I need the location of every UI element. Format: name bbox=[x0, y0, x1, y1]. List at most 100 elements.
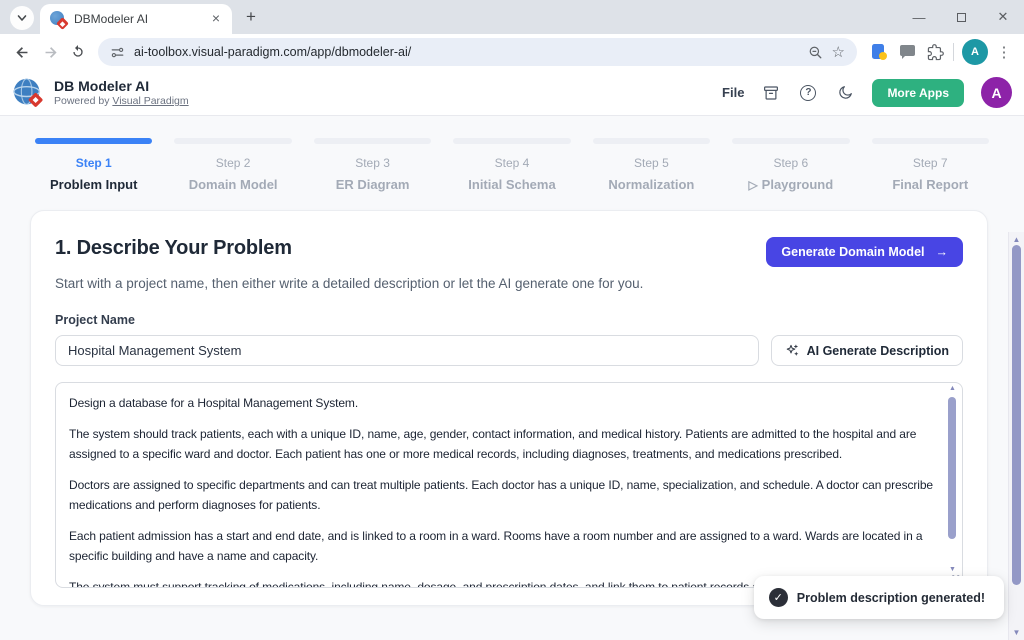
step-label: ER Diagram bbox=[314, 177, 431, 192]
tab-title: DBModeler AI bbox=[74, 12, 201, 26]
step-label-text: Playground bbox=[762, 177, 834, 192]
reload-button[interactable] bbox=[64, 38, 92, 66]
url-text: ai-toolbox.visual-paradigm.com/app/dbmod… bbox=[134, 45, 799, 59]
reload-icon bbox=[70, 44, 86, 60]
file-menu[interactable]: File bbox=[722, 85, 744, 100]
app-title: DB Modeler AI bbox=[54, 78, 189, 94]
back-arrow-icon bbox=[14, 44, 31, 61]
back-button[interactable] bbox=[8, 38, 36, 66]
extension-doc-icon[interactable] bbox=[865, 38, 893, 66]
toast-notification: ✓ Problem description generated! bbox=[754, 576, 1004, 619]
page-content: Step 1 Problem Input Step 2 Domain Model… bbox=[0, 116, 1024, 640]
project-name-label: Project Name bbox=[55, 313, 963, 327]
step-progress-bar bbox=[732, 138, 849, 144]
play-icon: ▷ bbox=[748, 178, 757, 192]
stepper-step-1[interactable]: Step 1 Problem Input bbox=[35, 138, 152, 192]
scroll-down-icon[interactable]: ▼ bbox=[946, 566, 959, 573]
save-archive-icon[interactable] bbox=[761, 83, 781, 103]
window-minimize-icon[interactable]: — bbox=[898, 0, 940, 34]
app-brand: DB Modeler AI Powered by Visual Paradigm bbox=[12, 76, 189, 110]
stepper-step-6[interactable]: Step 6 ▷ Playground bbox=[732, 138, 849, 192]
bookmark-star-icon[interactable]: ☆ bbox=[832, 43, 845, 61]
problem-input-card: 1. Describe Your Problem Generate Domain… bbox=[30, 210, 988, 606]
tab-close-icon[interactable]: × bbox=[208, 11, 224, 27]
step-label: Initial Schema bbox=[453, 177, 570, 192]
browser-tab[interactable]: DBModeler AI × bbox=[40, 4, 232, 34]
step-label: Normalization bbox=[593, 177, 710, 192]
chevron-down-icon bbox=[16, 12, 28, 24]
tab-favicon bbox=[50, 11, 67, 28]
step-progress-bar bbox=[593, 138, 710, 144]
description-paragraph: Each patient admission has a start and e… bbox=[69, 527, 934, 566]
description-paragraph: Doctors are assigned to specific departm… bbox=[69, 476, 934, 515]
url-bar[interactable]: ai-toolbox.visual-paradigm.com/app/dbmod… bbox=[98, 38, 857, 66]
app-header: DB Modeler AI Powered by Visual Paradigm… bbox=[0, 70, 1024, 116]
step-number: Step 4 bbox=[453, 156, 570, 170]
textarea-scrollbar-thumb[interactable] bbox=[948, 397, 956, 539]
step-number: Step 1 bbox=[35, 156, 152, 170]
scroll-up-icon[interactable]: ▲ bbox=[1009, 235, 1024, 244]
stepper-step-3[interactable]: Step 3 ER Diagram bbox=[314, 138, 431, 192]
visual-paradigm-link[interactable]: Visual Paradigm bbox=[112, 95, 188, 107]
step-number: Step 5 bbox=[593, 156, 710, 170]
cta-label: Generate Domain Model bbox=[781, 245, 924, 259]
new-tab-button[interactable]: + bbox=[238, 4, 264, 30]
stepper: Step 1 Problem Input Step 2 Domain Model… bbox=[0, 116, 1024, 192]
window-close-icon[interactable]: ✕ bbox=[982, 0, 1024, 34]
stepper-step-5[interactable]: Step 5 Normalization bbox=[593, 138, 710, 192]
stepper-step-4[interactable]: Step 4 Initial Schema bbox=[453, 138, 570, 192]
generate-domain-model-button[interactable]: Generate Domain Model → bbox=[766, 237, 963, 267]
step-label: Domain Model bbox=[174, 177, 291, 192]
step-progress-bar bbox=[174, 138, 291, 144]
window-controls: — ✕ bbox=[898, 0, 1024, 34]
step-number: Step 2 bbox=[174, 156, 291, 170]
step-progress-bar bbox=[872, 138, 989, 144]
step-number: Step 7 bbox=[872, 156, 989, 170]
forward-button[interactable] bbox=[36, 38, 64, 66]
help-icon[interactable]: ? bbox=[798, 83, 818, 103]
scroll-up-icon[interactable]: ▲ bbox=[946, 385, 959, 392]
textarea-scrollbar[interactable]: ▲ ▼ bbox=[946, 385, 959, 585]
browser-toolbar: ai-toolbox.visual-paradigm.com/app/dbmod… bbox=[0, 34, 1024, 70]
extensions-puzzle-icon[interactable] bbox=[921, 38, 949, 66]
ai-button-label: AI Generate Description bbox=[807, 344, 949, 358]
problem-description-textarea[interactable]: Design a database for a Hospital Managem… bbox=[55, 382, 963, 588]
ai-generate-description-button[interactable]: AI Generate Description bbox=[771, 335, 963, 366]
stepper-step-7[interactable]: Step 7 Final Report bbox=[872, 138, 989, 192]
scroll-down-icon[interactable]: ▼ bbox=[1009, 628, 1024, 637]
user-avatar[interactable]: A bbox=[981, 77, 1012, 108]
browser-profile-avatar[interactable]: A bbox=[962, 39, 988, 65]
step-label: ▷ Playground bbox=[732, 177, 849, 192]
site-settings-icon bbox=[110, 45, 125, 60]
browser-menu-icon[interactable]: ⋮ bbox=[992, 43, 1016, 61]
step-progress-bar bbox=[314, 138, 431, 144]
window-maximize-icon[interactable] bbox=[940, 0, 982, 34]
zoom-icon[interactable] bbox=[808, 45, 823, 60]
step-label: Final Report bbox=[872, 177, 989, 192]
sparkles-icon bbox=[785, 343, 800, 358]
tab-search-button[interactable] bbox=[10, 6, 34, 30]
app-logo bbox=[12, 76, 46, 110]
more-apps-button[interactable]: More Apps bbox=[872, 79, 964, 107]
arrow-right-icon: → bbox=[936, 245, 949, 259]
browser-tab-strip: DBModeler AI × + — ✕ bbox=[0, 0, 1024, 34]
step-number: Step 3 bbox=[314, 156, 431, 170]
card-subtitle: Start with a project name, then either w… bbox=[55, 276, 963, 291]
toolbar-divider bbox=[953, 43, 954, 61]
step-progress-bar bbox=[453, 138, 570, 144]
step-number: Step 6 bbox=[732, 156, 849, 170]
page-scrollbar[interactable]: ▲ ▼ bbox=[1008, 232, 1024, 640]
page-scrollbar-thumb[interactable] bbox=[1012, 245, 1021, 585]
feedback-bubble-icon[interactable] bbox=[893, 38, 921, 66]
dark-mode-moon-icon[interactable] bbox=[835, 83, 855, 103]
toast-message: Problem description generated! bbox=[797, 591, 985, 605]
stepper-step-2[interactable]: Step 2 Domain Model bbox=[174, 138, 291, 192]
card-title: 1. Describe Your Problem bbox=[55, 237, 292, 260]
check-circle-icon: ✓ bbox=[769, 588, 788, 607]
description-paragraph: The system should track patients, each w… bbox=[69, 425, 934, 464]
powered-by-prefix: Powered by bbox=[54, 95, 112, 107]
step-progress-bar bbox=[35, 138, 152, 144]
step-label: Problem Input bbox=[35, 177, 152, 192]
description-paragraph: Design a database for a Hospital Managem… bbox=[69, 394, 934, 413]
project-name-input[interactable] bbox=[55, 335, 759, 366]
